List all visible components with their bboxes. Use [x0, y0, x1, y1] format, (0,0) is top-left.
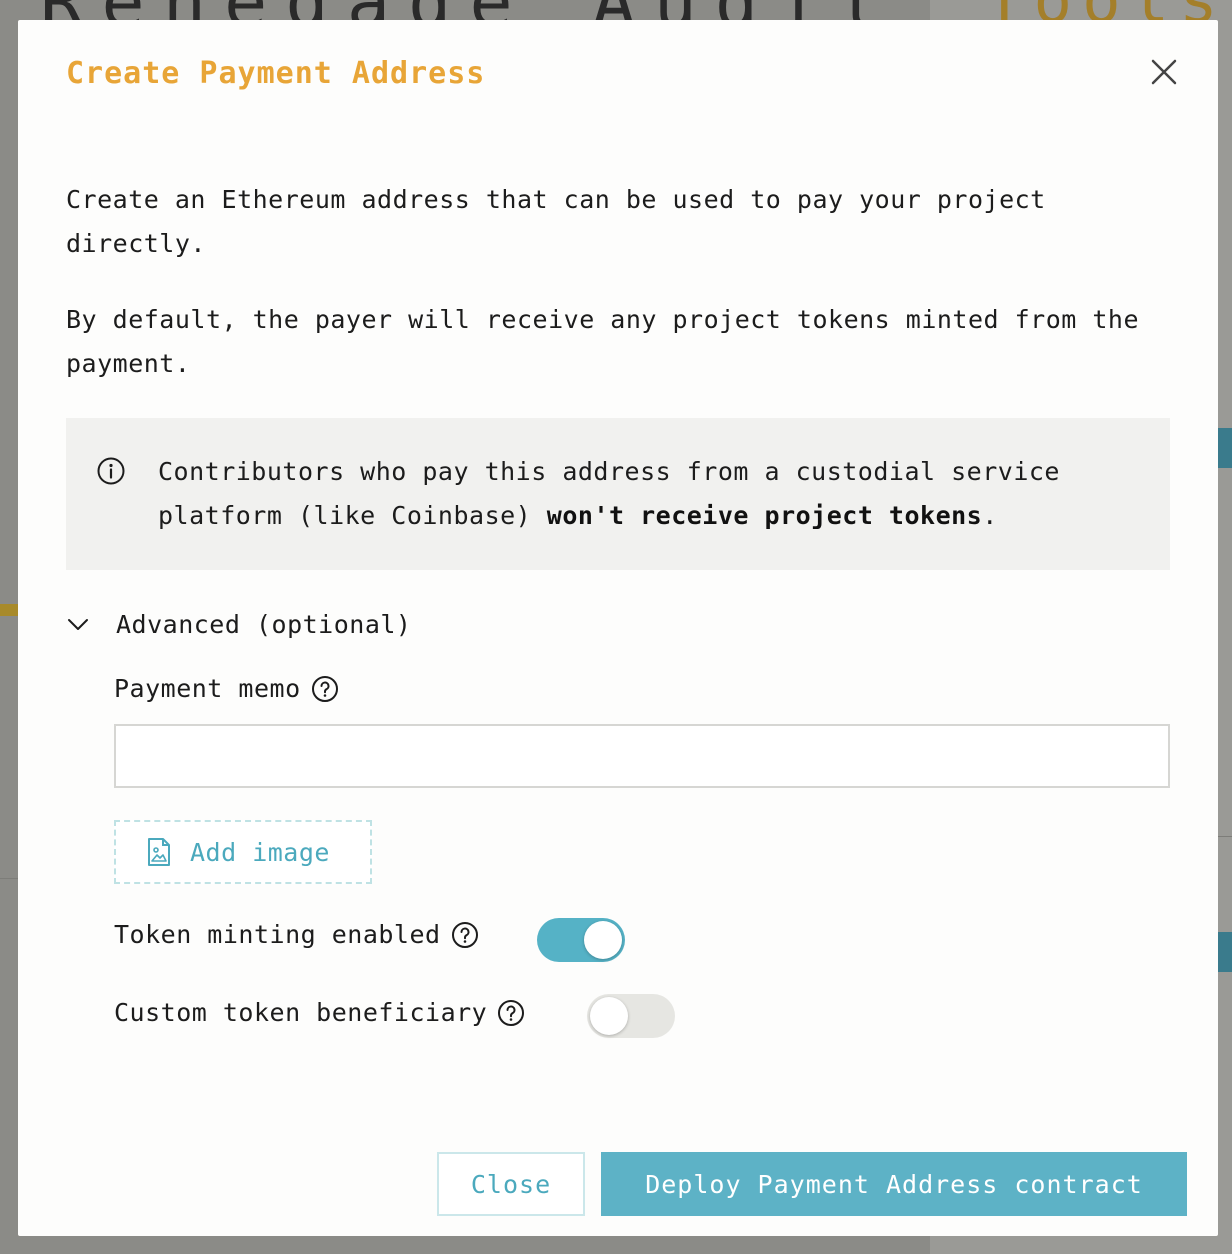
custodial-warning-emphasis: won't receive project tokens: [546, 501, 983, 530]
help-circle-icon[interactable]: [451, 921, 479, 949]
create-payment-address-modal: Create Payment Address Create an Ethereu…: [18, 20, 1218, 1236]
toggle-knob: [590, 997, 628, 1035]
custodial-warning-text: Contributors who pay this address from a…: [158, 457, 1060, 530]
background-teal-block: [1218, 428, 1232, 468]
payment-memo-input[interactable]: [114, 724, 1170, 788]
background-divider: [1218, 836, 1232, 837]
custom-beneficiary-toggle[interactable]: [587, 994, 675, 1038]
close-icon[interactable]: [1148, 56, 1180, 88]
token-minting-label-row: Token minting enabled: [114, 920, 479, 949]
background-teal-block: [1218, 932, 1232, 972]
background-divider: [0, 878, 18, 879]
chevron-down-icon: [68, 619, 88, 630]
help-circle-icon[interactable]: [497, 999, 525, 1027]
custodial-warning-box: Contributors who pay this address from a…: [66, 418, 1170, 570]
info-icon: [96, 456, 126, 486]
payment-memo-label: Payment memo: [114, 674, 301, 703]
toggle-knob: [584, 921, 622, 959]
payment-memo-label-row: Payment memo: [114, 674, 339, 703]
modal-description-1: Create an Ethereum address that can be u…: [66, 185, 1046, 258]
add-image-button[interactable]: Add image: [114, 820, 372, 884]
close-button[interactable]: Close: [437, 1152, 585, 1216]
image-file-icon: [148, 838, 170, 866]
advanced-section-label: Advanced (optional): [116, 609, 412, 639]
modal-title: Create Payment Address: [66, 56, 486, 91]
background-accent-bar: [0, 604, 18, 616]
custom-beneficiary-label: Custom token beneficiary: [114, 998, 488, 1027]
modal-description-2: By default, the payer will receive any p…: [66, 305, 1140, 378]
token-minting-toggle[interactable]: [537, 918, 625, 962]
help-circle-icon[interactable]: [311, 675, 339, 703]
token-minting-label: Token minting enabled: [114, 920, 441, 949]
advanced-section-toggle[interactable]: Advanced (optional): [66, 604, 411, 644]
custom-beneficiary-label-row: Custom token beneficiary: [114, 998, 525, 1027]
deploy-payment-address-button[interactable]: Deploy Payment Address contract: [601, 1152, 1187, 1216]
add-image-label: Add image: [190, 837, 330, 867]
